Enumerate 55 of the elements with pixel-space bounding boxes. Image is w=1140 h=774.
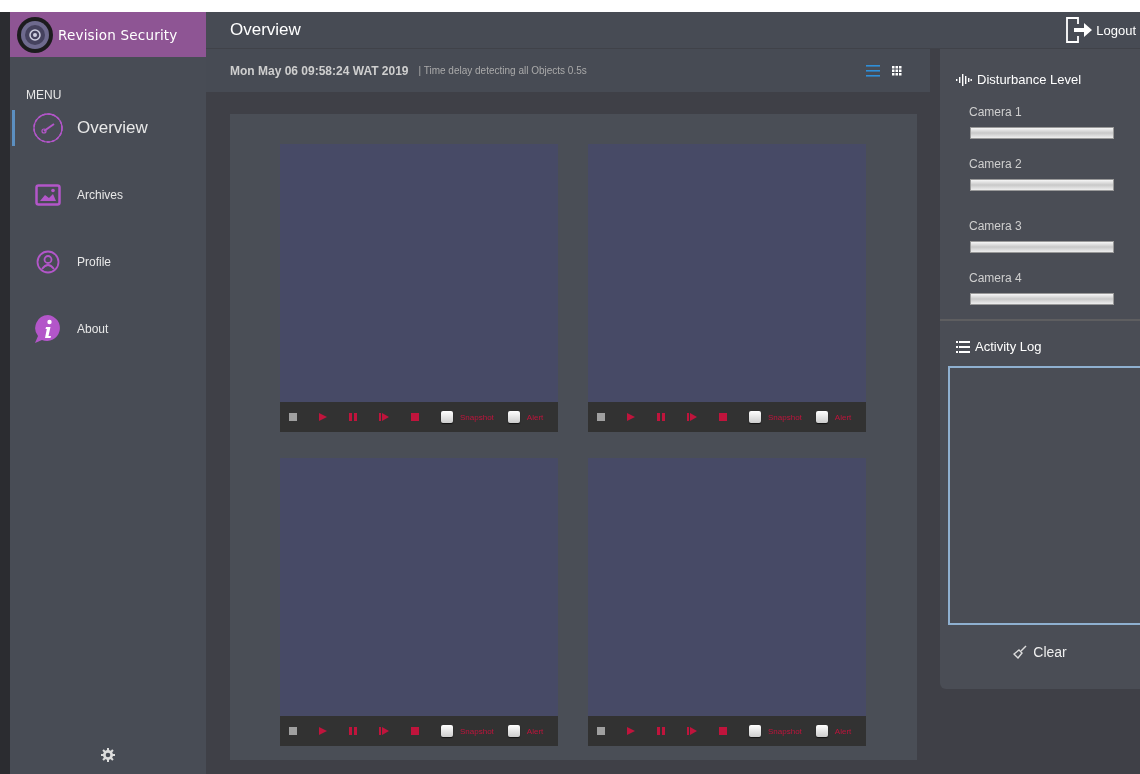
alert-label: Alert	[834, 412, 852, 422]
snapshot-label: Snapshot	[460, 412, 494, 422]
play-icon[interactable]	[627, 727, 635, 735]
menu-item[interactable]: Archives	[12, 177, 206, 213]
settings-icon[interactable]	[101, 748, 115, 762]
snapshot-label: Snapshot	[768, 412, 802, 422]
step-forward-icon[interactable]	[379, 727, 389, 735]
grid-view-icon[interactable]	[892, 65, 902, 76]
alert-checkbox[interactable]	[507, 725, 520, 737]
page-title: Overview	[230, 20, 301, 40]
step-forward-icon[interactable]	[687, 413, 697, 421]
user-icon	[36, 250, 60, 274]
broom-icon	[1013, 645, 1028, 659]
play-icon[interactable]	[627, 413, 635, 421]
camera-label: Camera 3	[969, 219, 1023, 233]
snapshot-checkbox[interactable]	[749, 411, 761, 423]
waveform-icon	[956, 73, 972, 86]
camera-lens-icon	[16, 15, 54, 54]
pause-icon[interactable]	[349, 727, 357, 735]
camera-label: Camera 2	[969, 157, 1023, 171]
snapshot-checkbox[interactable]	[441, 725, 453, 737]
pause-icon[interactable]	[349, 413, 357, 421]
app-name: Revision Security	[58, 26, 178, 43]
list-view-icon[interactable]	[866, 64, 880, 77]
menu-heading: MENU	[26, 88, 63, 102]
menu-item[interactable]: About	[12, 311, 206, 347]
list-icon	[956, 340, 970, 353]
step-forward-icon[interactable]	[687, 727, 697, 735]
snapshot-checkbox[interactable]	[749, 725, 761, 737]
panel-title: Disturbance Level	[977, 72, 1082, 87]
alert-checkbox[interactable]	[507, 411, 520, 423]
image-icon	[35, 184, 61, 206]
menu-item[interactable]: Profile	[12, 244, 206, 280]
step-forward-icon[interactable]	[379, 413, 389, 421]
panel-title: Activity Log	[975, 339, 1042, 354]
snapshot-checkbox[interactable]	[441, 411, 453, 423]
logout-icon	[1065, 16, 1094, 44]
camera-label: Camera 1	[969, 105, 1023, 119]
pause-icon[interactable]	[657, 727, 665, 735]
alert-label: Alert	[526, 726, 544, 736]
alert-checkbox[interactable]	[815, 411, 828, 423]
play-icon[interactable]	[319, 727, 327, 735]
logout-button[interactable]: Logout	[1065, 16, 1140, 44]
alert-label: Alert	[834, 726, 852, 736]
play-icon[interactable]	[319, 413, 327, 421]
alert-label: Alert	[526, 412, 544, 422]
date-time: Mon May 06 09:58:24 WAT 2019	[230, 63, 409, 78]
clear-button[interactable]: Clear	[1007, 643, 1073, 661]
snapshot-label: Snapshot	[460, 726, 494, 736]
snapshot-label: Snapshot	[768, 726, 802, 736]
camera-label: Camera 4	[969, 271, 1023, 285]
pause-icon[interactable]	[657, 413, 665, 421]
alert-checkbox[interactable]	[815, 725, 828, 737]
gauge-icon	[32, 112, 64, 144]
delay-note: | Time delay detecting all Objects 0.5s	[418, 65, 588, 76]
